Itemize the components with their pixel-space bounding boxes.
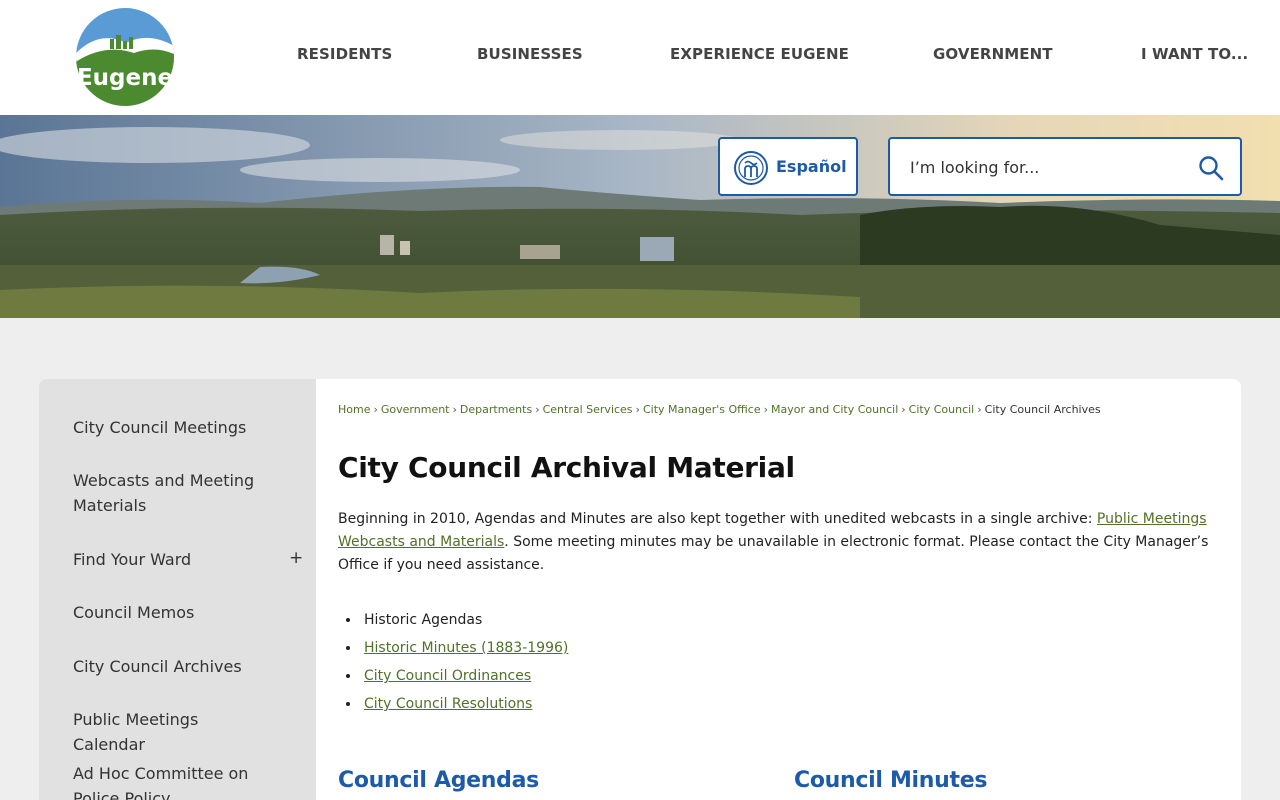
list-item: City Council Ordinances xyxy=(361,664,568,692)
list-item: City Council Resolutions xyxy=(361,692,568,720)
breadcrumb: Home › Government › Departments › Central Serv… xyxy=(338,403,1101,416)
breadcrumb-city-managers-office[interactable]: City Manager's Office xyxy=(643,403,761,416)
breadcrumb-home[interactable]: Home xyxy=(338,403,370,416)
search-box xyxy=(888,137,1242,196)
breadcrumb-current: City Council Archives xyxy=(984,403,1101,416)
main-content: Home › Government › Departments › Central Serv… xyxy=(316,379,1241,800)
main-nav: RESIDENTS BUSINESSES EXPERIENCE EUGENE G… xyxy=(0,45,1280,69)
city-council-resolutions-link[interactable]: City Council Resolutions xyxy=(364,696,532,712)
sidebar-nav: City Council Meetings Webcasts and Meeti… xyxy=(39,379,316,800)
nav-i-want-to[interactable]: I WANT TO... xyxy=(1141,45,1248,63)
espanol-button[interactable]: Español xyxy=(718,137,858,196)
breadcrumb-government[interactable]: Government xyxy=(381,403,450,416)
sidebar-item-city-council-archives[interactable]: City Council Archives xyxy=(73,654,273,679)
council-agendas-heading[interactable]: Council Agendas xyxy=(338,768,539,793)
search-input[interactable] xyxy=(910,155,1190,179)
page-title: City Council Archival Material xyxy=(338,451,795,484)
archive-links-list: Historic Agendas Historic Minutes (1883-… xyxy=(361,608,568,720)
espanol-label: Español xyxy=(776,157,847,176)
nav-government[interactable]: GOVERNMENT xyxy=(933,45,1053,63)
sidebar-item-city-council-meetings[interactable]: City Council Meetings xyxy=(73,415,273,440)
sidebar-item-public-meetings-calendar[interactable]: Public Meetings Calendar xyxy=(73,707,273,757)
breadcrumb-central-services[interactable]: Central Services xyxy=(543,403,633,416)
historic-agendas-text: Historic Agendas xyxy=(364,612,483,628)
breadcrumb-departments[interactable]: Departments xyxy=(460,403,532,416)
intro-paragraph: Beginning in 2010, Agendas and Minutes a… xyxy=(338,511,1209,573)
nav-experience-eugene[interactable]: EXPERIENCE EUGENE xyxy=(670,45,849,63)
historic-minutes-link[interactable]: Historic Minutes (1883-1996) xyxy=(364,640,568,656)
nav-residents[interactable]: RESIDENTS xyxy=(297,45,392,63)
nav-businesses[interactable]: BUSINESSES xyxy=(477,45,583,63)
list-item: Historic Agendas xyxy=(361,608,568,636)
expand-ward-icon[interactable]: + xyxy=(289,548,303,568)
translate-icon xyxy=(733,150,769,186)
list-item: Historic Minutes (1883-1996) xyxy=(361,636,568,664)
sidebar-item-council-memos[interactable]: Council Memos xyxy=(73,600,273,625)
sidebar-item-webcasts[interactable]: Webcasts and Meeting Materials xyxy=(73,468,273,518)
breadcrumb-mayor-and-city-council[interactable]: Mayor and City Council xyxy=(771,403,898,416)
breadcrumb-city-council[interactable]: City Council xyxy=(909,403,975,416)
sidebar-item-ad-hoc-committee[interactable]: Ad Hoc Committee on Police Policy xyxy=(73,761,273,800)
search-icon[interactable] xyxy=(1198,155,1224,181)
sidebar-item-find-your-ward[interactable]: Find Your Ward xyxy=(73,547,273,572)
city-council-ordinances-link[interactable]: City Council Ordinances xyxy=(364,668,531,684)
site-header: Eugene RESIDENTS BUSINESSES EXPERIENCE E… xyxy=(0,0,1280,115)
council-minutes-heading[interactable]: Council Minutes xyxy=(794,768,987,793)
